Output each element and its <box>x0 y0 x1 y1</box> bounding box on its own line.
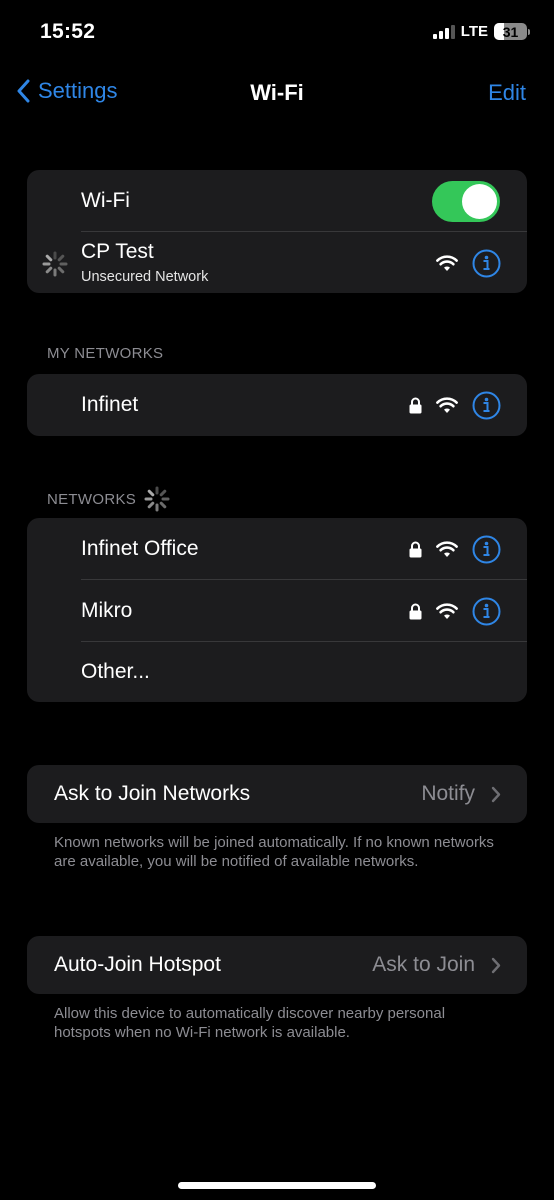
scanning-spinner-icon <box>144 486 170 512</box>
network-name: Mikro <box>81 599 133 622</box>
wifi-toggle-label: Wi-Fi <box>81 189 130 212</box>
loading-spinner-icon <box>42 251 68 277</box>
battery-icon: 31 <box>494 23 527 40</box>
status-time: 15:52 <box>40 20 96 43</box>
network-icons <box>436 249 501 278</box>
info-icon[interactable] <box>472 249 501 278</box>
network-row[interactable]: Infinet <box>27 374 527 436</box>
wifi-toggle-group: Wi-Fi CP Test Unsecured Network <box>27 170 527 293</box>
current-network-row[interactable]: CP Test Unsecured Network <box>27 232 527 293</box>
info-icon[interactable] <box>472 391 501 420</box>
ask-to-join-value: Notify <box>421 782 475 805</box>
wifi-toggle[interactable] <box>432 180 500 222</box>
lock-icon <box>409 541 422 557</box>
auto-join-hotspot-row[interactable]: Auto-Join Hotspot Ask to Join <box>27 936 527 994</box>
networks-group: Infinet Office Mikro Other... <box>27 518 527 702</box>
auto-join-hotspot-footer: Allow this device to automatically disco… <box>54 1005 446 1041</box>
my-networks-header: MY NETWORKS <box>47 345 164 362</box>
battery-tip <box>528 28 530 35</box>
other-network-row[interactable]: Other... <box>27 642 527 702</box>
auto-join-hotspot-group: Auto-Join Hotspot Ask to Join <box>27 936 527 994</box>
network-name: Infinet Office <box>81 537 199 560</box>
my-networks-group: Infinet <box>27 374 527 436</box>
wifi-signal-icon <box>436 254 458 271</box>
battery-level: 31 <box>502 23 519 40</box>
ask-to-join-group: Ask to Join Networks Notify <box>27 765 527 823</box>
auto-join-hotspot-value: Ask to Join <box>372 953 475 976</box>
status-bar: 15:52 LTE 31 <box>0 0 554 60</box>
home-indicator[interactable] <box>178 1182 376 1189</box>
network-row[interactable]: Infinet Office <box>27 518 527 580</box>
wifi-signal-icon <box>436 602 458 619</box>
network-type: LTE <box>460 23 488 40</box>
chevron-right-icon <box>491 786 501 802</box>
info-icon[interactable] <box>472 597 501 626</box>
ask-to-join-label: Ask to Join Networks <box>54 782 251 805</box>
network-name: Infinet <box>81 393 139 416</box>
lock-icon <box>409 603 422 619</box>
network-icons <box>409 535 501 564</box>
lock-icon <box>409 397 422 413</box>
networks-header: NETWORKS <box>47 486 170 512</box>
network-row[interactable]: Mikro <box>27 580 527 642</box>
wifi-signal-icon <box>436 396 458 413</box>
wifi-signal-icon <box>436 540 458 557</box>
info-icon[interactable] <box>472 535 501 564</box>
wifi-toggle-row: Wi-Fi <box>27 170 527 232</box>
network-status: Unsecured Network <box>81 269 209 285</box>
chevron-right-icon <box>491 957 501 973</box>
status-indicators: LTE 31 <box>432 23 530 40</box>
cellular-signal-icon <box>432 24 455 39</box>
navigation-bar: Settings Wi-Fi Edit <box>0 72 554 116</box>
network-name: CP Test <box>81 240 154 263</box>
auto-join-hotspot-label: Auto-Join Hotspot <box>54 953 221 976</box>
toggle-knob <box>462 183 497 219</box>
edit-button[interactable]: Edit <box>488 80 526 106</box>
ask-to-join-footer: Known networks will be joined automatica… <box>54 834 494 870</box>
ask-to-join-row[interactable]: Ask to Join Networks Notify <box>27 765 527 823</box>
other-network-label: Other... <box>81 660 150 683</box>
network-icons <box>409 597 501 626</box>
page-title: Wi-Fi <box>250 80 304 105</box>
network-icons <box>409 391 501 420</box>
